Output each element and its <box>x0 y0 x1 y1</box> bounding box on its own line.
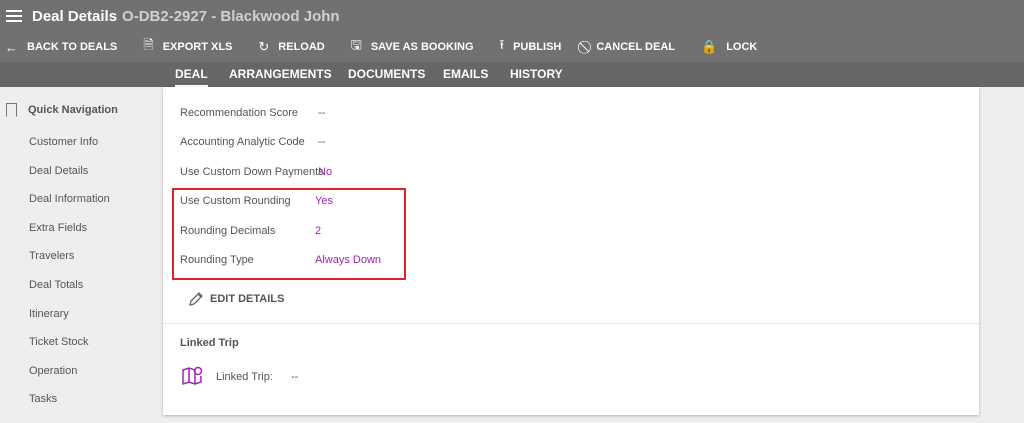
menu-icon[interactable] <box>6 10 22 22</box>
field-value: 2 <box>315 224 322 237</box>
toolbar-label: CANCEL DEAL <box>596 41 675 53</box>
tab-bar: DEAL ARRANGEMENTS DOCUMENTS EMAILS HISTORY <box>0 62 1024 87</box>
tab-documents[interactable]: DOCUMENTS <box>348 62 425 87</box>
save-icon: 🖫 <box>350 37 362 52</box>
app-header: Deal Details O-DB2-2927 - Blackwood John <box>0 0 1024 32</box>
toolbar-label: RELOAD <box>278 41 325 53</box>
sidebar-item-deal-details[interactable]: Deal Details <box>29 165 88 177</box>
tab-deal[interactable]: DEAL <box>175 62 208 87</box>
sidebar-item-itinerary[interactable]: Itinerary <box>29 308 69 320</box>
save-as-booking-button[interactable]: 🖫 SAVE AS BOOKING <box>351 36 474 58</box>
quick-navigation-header: Quick Navigation <box>6 103 118 117</box>
sidebar-item-customer-info[interactable]: Customer Info <box>29 136 98 148</box>
toolbar-label: BACK TO DEALS <box>27 41 118 53</box>
deal-subtitle: O-DB2-2927 - Blackwood John <box>122 7 340 25</box>
toolbar-label: SAVE AS BOOKING <box>370 41 474 53</box>
field-label: Use Custom Rounding <box>180 195 291 208</box>
field-label: Use Custom Down Payments <box>180 165 324 178</box>
sidebar-item-ticket-stock[interactable]: Ticket Stock <box>29 336 89 348</box>
upload-icon: ⭱ <box>499 37 505 52</box>
edit-details-label: EDIT DETAILS <box>210 293 285 305</box>
linked-trip-value[interactable]: -- <box>291 371 298 383</box>
reload-button[interactable]: ↻ RELOAD <box>258 39 324 55</box>
lock-icon: 🔒 <box>701 39 718 54</box>
toolbar: ← BACK TO DEALS 🗎 EXPORT XLS ↻ RELOAD 🖫 SAVE AS… <box>0 32 1024 62</box>
sidebar-item-deal-totals[interactable]: Deal Totals <box>29 279 83 291</box>
field-value: No <box>318 165 333 178</box>
arrow-left-icon: ← <box>5 39 18 55</box>
back-to-deals-button[interactable]: ← BACK TO DEALS <box>5 40 117 55</box>
field-label: Accounting Analytic Code <box>180 136 305 149</box>
pencil-icon <box>189 292 203 306</box>
field-value: -- <box>318 107 326 119</box>
field-label: Rounding Type <box>180 254 254 266</box>
export-xls-button[interactable]: 🗎 EXPORT XLS <box>143 36 232 58</box>
field-value: Always Down <box>315 254 382 266</box>
map-pin-icon <box>182 366 203 386</box>
quick-navigation-title: Quick Navigation <box>28 104 118 116</box>
sidebar-item-extra-fields[interactable]: Extra Fields <box>29 222 87 234</box>
tab-emails[interactable]: EMAILS <box>443 62 488 87</box>
bookmark-icon <box>6 103 17 117</box>
deal-details-card: EDIT DETAILS Linked Trip Linked Trip: --… <box>163 87 979 415</box>
field-label: Rounding Decimals <box>180 224 276 237</box>
sidebar-item-travelers[interactable]: Travelers <box>29 250 74 262</box>
toolbar-label: PUBLISH <box>513 41 562 53</box>
sidebar-item-operation[interactable]: Operation <box>29 365 77 377</box>
sidebar-item-tasks[interactable]: Tasks <box>29 393 57 405</box>
edit-details-button[interactable]: EDIT DETAILS <box>188 291 284 307</box>
tab-history[interactable]: HISTORY <box>510 62 563 87</box>
cancel-deal-button[interactable]: ⃠CANCEL DEAL <box>587 39 675 55</box>
toolbar-label: EXPORT XLS <box>162 41 233 53</box>
publish-button[interactable]: ⭱ PUBLISH <box>500 36 562 58</box>
page-title: Deal Details <box>32 7 118 25</box>
field-value: Yes <box>315 195 333 208</box>
tab-arrangements[interactable]: ARRANGEMENTS <box>229 62 332 87</box>
excel-file-icon: 🗎 <box>143 37 154 52</box>
field-label: Recommendation Score <box>180 107 299 119</box>
divider <box>163 323 979 324</box>
sidebar-item-deal-information[interactable]: Deal Information <box>29 193 110 205</box>
linked-trip-heading: Linked Trip <box>180 337 239 349</box>
lock-button[interactable]: 🔒 LOCK <box>701 39 757 55</box>
field-value: -- <box>318 136 326 149</box>
reload-icon: ↻ <box>258 39 270 54</box>
toolbar-label: LOCK <box>726 41 758 53</box>
linked-trip-label: Linked Trip: <box>216 371 273 383</box>
